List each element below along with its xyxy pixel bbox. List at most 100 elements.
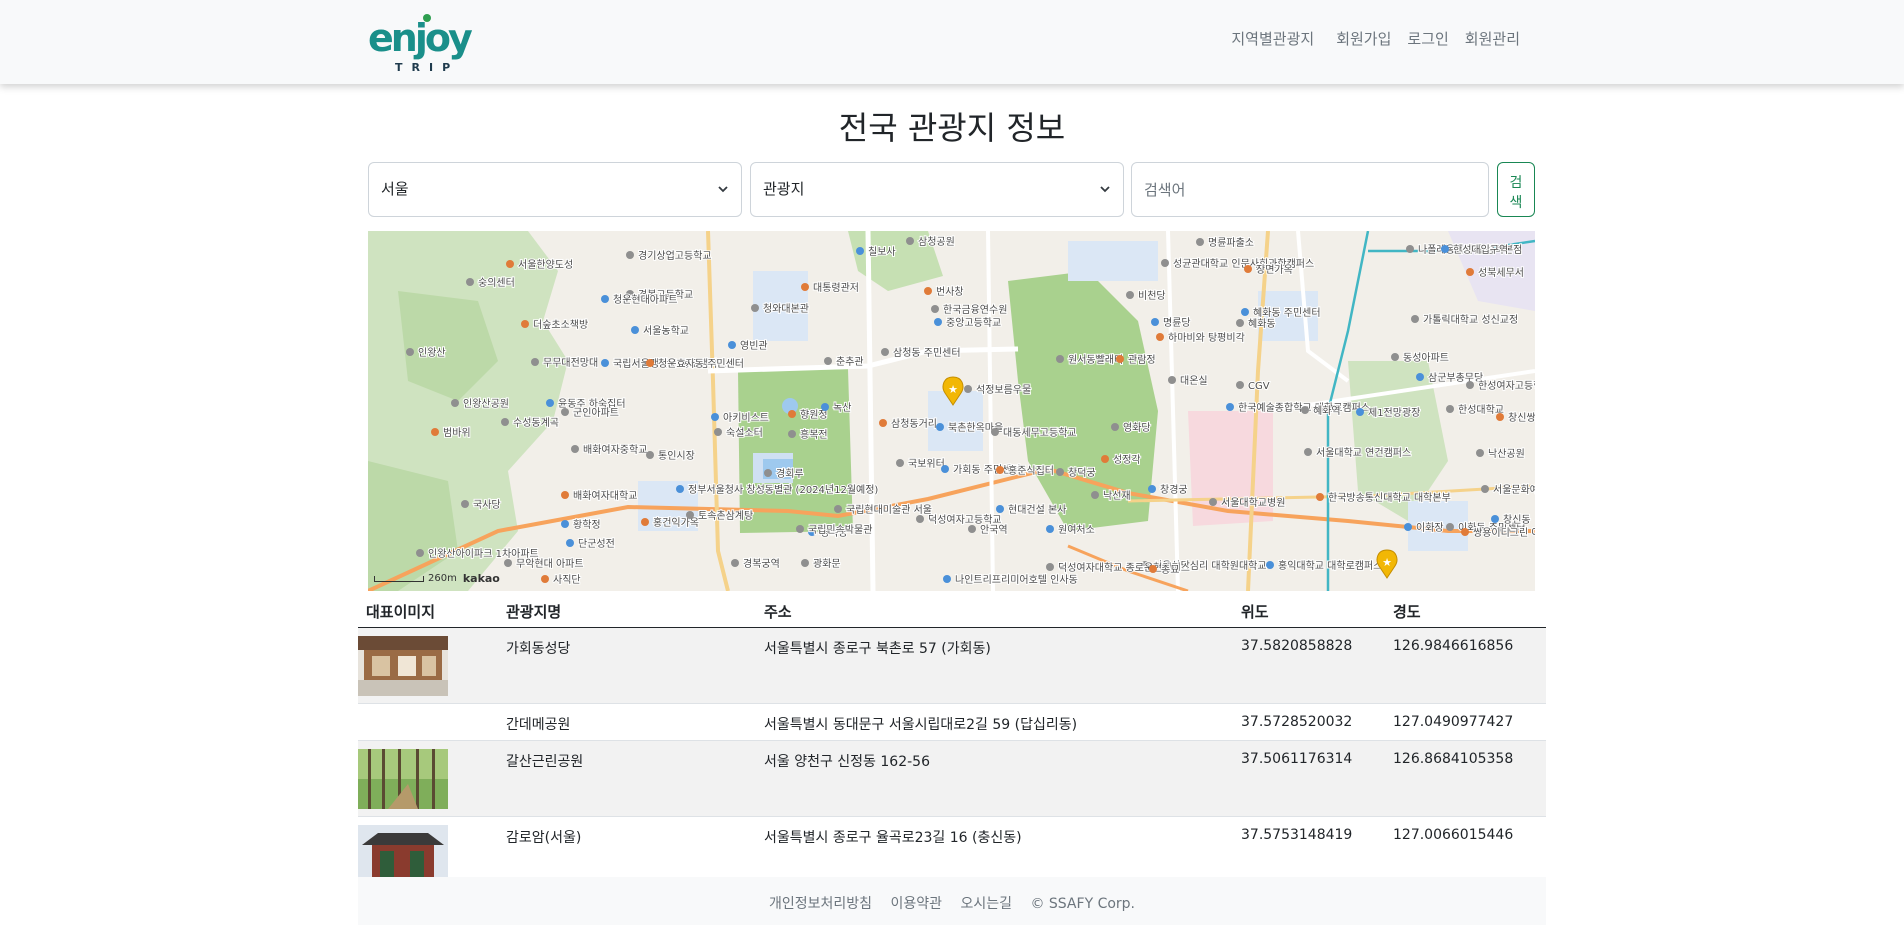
map-poi-label[interactable]: 서울문화예술 고등학교 bbox=[1492, 483, 1535, 497]
footer-terms-link[interactable]: 이용약관 bbox=[890, 896, 942, 912]
map-poi-label[interactable]: 홍준식집터 bbox=[1007, 463, 1055, 478]
map-poi-label[interactable]: 홍익대학교 대학로캠퍼스 bbox=[1277, 558, 1383, 573]
map-poi-label[interactable]: 대통령관저 bbox=[812, 281, 860, 295]
map-poi-label[interactable]: 서울한양도성 bbox=[517, 258, 574, 272]
map-poi-icon[interactable] bbox=[801, 559, 809, 567]
map-poi-icon[interactable] bbox=[896, 459, 904, 467]
map-poi-label[interactable]: 성정각 bbox=[1112, 453, 1142, 467]
map-poi-icon[interactable] bbox=[856, 247, 864, 255]
map-poi-label[interactable]: 창신동 bbox=[1502, 513, 1532, 527]
map-poi-label[interactable]: 청운효자동 주민센터 bbox=[657, 357, 745, 371]
map-poi-icon[interactable] bbox=[601, 295, 609, 303]
map-poi-icon[interactable] bbox=[431, 428, 439, 436]
map-poi-label[interactable]: 대동세무고등학교 bbox=[1002, 426, 1078, 440]
map-poi-icon[interactable] bbox=[936, 423, 944, 431]
map-poi-icon[interactable] bbox=[1046, 563, 1054, 571]
footer-directions-link[interactable]: 오시는길 bbox=[960, 896, 1012, 912]
map-poi-label[interactable]: 국사당 bbox=[472, 498, 502, 512]
map-poi-icon[interactable] bbox=[504, 559, 512, 567]
table-row[interactable]: 감로암(서울) 서울특별시 종로구 율곡로23길 16 (충신동) 37.575… bbox=[358, 816, 1546, 879]
map-poi-label[interactable]: 춘추관 bbox=[835, 355, 865, 369]
map-poi-icon[interactable] bbox=[1441, 245, 1449, 253]
map-poi-icon[interactable] bbox=[1316, 493, 1324, 501]
map-poi-icon[interactable] bbox=[1209, 498, 1217, 506]
map-poi-icon[interactable] bbox=[924, 287, 932, 295]
map-poi-label[interactable]: 무악현대 아파트 bbox=[515, 557, 585, 571]
map-poi-label[interactable]: 무무대전망대 bbox=[542, 356, 599, 370]
map-poi-label[interactable]: 광화문 bbox=[812, 557, 842, 571]
map-poi-icon[interactable] bbox=[451, 399, 459, 407]
map-poi-icon[interactable] bbox=[406, 348, 414, 356]
map-poi-label[interactable]: 대온실 bbox=[1179, 374, 1209, 388]
map-poi-label[interactable]: 한성대입구역 bbox=[1452, 242, 1509, 257]
map-poi-icon[interactable] bbox=[941, 465, 949, 473]
map-poi-icon[interactable] bbox=[646, 451, 654, 459]
map-poi-label[interactable]: 삼군부총무당 bbox=[1427, 371, 1484, 385]
map-poi-icon[interactable] bbox=[646, 359, 654, 367]
map-poi-icon[interactable] bbox=[1149, 565, 1157, 573]
map-poi-label[interactable]: 영빈관 bbox=[739, 339, 769, 353]
map-poi-label[interactable]: 나인트리프리미어호텔 인사동 bbox=[954, 573, 1079, 587]
map-poi-label[interactable]: 관람정 bbox=[1127, 352, 1157, 367]
map-poi-icon[interactable] bbox=[1481, 485, 1489, 493]
nav-region-attractions[interactable]: 지역별관광지 bbox=[1231, 28, 1314, 49]
map-poi-icon[interactable] bbox=[931, 305, 939, 313]
map-poi-label[interactable]: 낙선재 bbox=[1102, 489, 1132, 503]
map-poi-icon[interactable] bbox=[541, 575, 549, 583]
map-poi-label[interactable]: 쌍용이디그린 아파트 bbox=[1472, 526, 1535, 540]
map-poi-icon[interactable] bbox=[1491, 515, 1499, 523]
map-poi-icon[interactable] bbox=[943, 575, 951, 583]
map-poi-icon[interactable] bbox=[964, 385, 972, 393]
map-poi-icon[interactable] bbox=[711, 413, 719, 421]
map-poi-icon[interactable] bbox=[641, 518, 649, 526]
map-poi-icon[interactable] bbox=[461, 500, 469, 508]
map-poi-label[interactable]: 혜화동 주민센터 bbox=[1252, 306, 1322, 320]
map-poi-icon[interactable] bbox=[546, 399, 554, 407]
map-poi-label[interactable]: 번사창 bbox=[935, 285, 965, 299]
map-poi-label[interactable]: 토속촌삼계탕 bbox=[697, 509, 754, 523]
map-poi-icon[interactable] bbox=[566, 539, 574, 547]
map-poi-label[interactable]: 군인아파트 bbox=[572, 406, 620, 420]
map-poi-label[interactable]: 동성아파트 bbox=[1402, 351, 1450, 365]
map-poi-icon[interactable] bbox=[521, 320, 529, 328]
map-poi-label[interactable]: 국보위터 bbox=[907, 456, 946, 471]
map-poi-icon[interactable] bbox=[1161, 259, 1169, 267]
map-poi-label[interactable]: 창경궁 bbox=[1159, 482, 1189, 497]
map-poi-icon[interactable] bbox=[416, 549, 424, 557]
map-poi-icon[interactable] bbox=[879, 419, 887, 427]
map-poi-icon[interactable] bbox=[1196, 238, 1204, 246]
map-poi-icon[interactable] bbox=[1304, 448, 1312, 456]
map-poi-icon[interactable] bbox=[1446, 523, 1454, 531]
map-poi-label[interactable]: 한성여자고등학교 bbox=[1477, 379, 1535, 393]
map-poi-icon[interactable] bbox=[1236, 319, 1244, 327]
map-poi-icon[interactable] bbox=[824, 357, 832, 365]
map-poi-icon[interactable] bbox=[1466, 268, 1474, 276]
map-poi-label[interactable]: 국립민속박물관 bbox=[807, 522, 873, 537]
map-poi-icon[interactable] bbox=[1391, 353, 1399, 361]
keyword-search-input[interactable] bbox=[1131, 162, 1489, 217]
map-poi-icon[interactable] bbox=[1091, 491, 1099, 499]
map-poi-icon[interactable] bbox=[631, 326, 639, 334]
map-poi-icon[interactable] bbox=[1046, 525, 1054, 533]
map-poi-icon[interactable] bbox=[561, 491, 569, 499]
map-poi-label[interactable]: 범바위 bbox=[442, 425, 472, 440]
map-poi-label[interactable]: 현대건설 본사 bbox=[1007, 503, 1067, 517]
map-poi-icon[interactable] bbox=[1111, 423, 1119, 431]
map-poi-icon[interactable] bbox=[991, 428, 999, 436]
map-poi-icon[interactable] bbox=[968, 525, 976, 533]
content-type-select[interactable]: 관광지 bbox=[750, 162, 1124, 217]
map-poi-label[interactable]: 숭의센터 bbox=[477, 276, 516, 290]
map-poi-icon[interactable] bbox=[1416, 373, 1424, 381]
map-poi-icon[interactable] bbox=[506, 260, 514, 268]
map-poi-label[interactable]: 더숲초소책방 bbox=[532, 318, 589, 332]
enjoy-trip-logo[interactable]: enjoy TRIP bbox=[368, 9, 478, 74]
map-poi-icon[interactable] bbox=[764, 469, 772, 477]
map-poi-label[interactable]: 삼청공원 bbox=[917, 235, 956, 249]
map-poi-icon[interactable] bbox=[728, 341, 736, 349]
map-poi-icon[interactable] bbox=[1151, 318, 1159, 326]
map-poi-label[interactable]: 수성동계곡 bbox=[512, 416, 560, 430]
map-poi-icon[interactable] bbox=[1476, 449, 1484, 457]
map-poi-label[interactable]: 장면가옥 bbox=[1255, 263, 1294, 277]
map-poi-label[interactable]: 흥복전 bbox=[799, 427, 829, 442]
map-poi-label[interactable]: 중앙고등학교 bbox=[945, 316, 1002, 330]
